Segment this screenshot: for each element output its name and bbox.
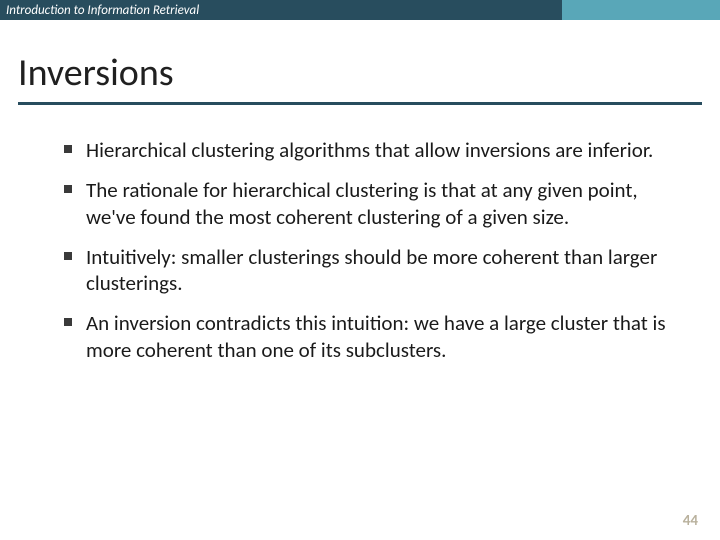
list-item: Intuitively: smaller clusterings should … xyxy=(64,244,676,297)
course-title: Introduction to Information Retrieval xyxy=(0,0,562,20)
content-area: Hierarchical clustering algorithms that … xyxy=(0,105,720,363)
bullet-list: Hierarchical clustering algorithms that … xyxy=(64,137,676,363)
list-item: An inversion contradicts this intuition:… xyxy=(64,310,676,363)
slide-title: Inversions xyxy=(18,50,702,96)
header-bar: Introduction to Information Retrieval xyxy=(0,0,720,20)
page-number: 44 xyxy=(683,512,698,530)
header-accent xyxy=(562,0,720,20)
title-block: Inversions xyxy=(0,20,720,105)
list-item: Hierarchical clustering algorithms that … xyxy=(64,137,676,163)
list-item: The rationale for hierarchical clusterin… xyxy=(64,177,676,230)
